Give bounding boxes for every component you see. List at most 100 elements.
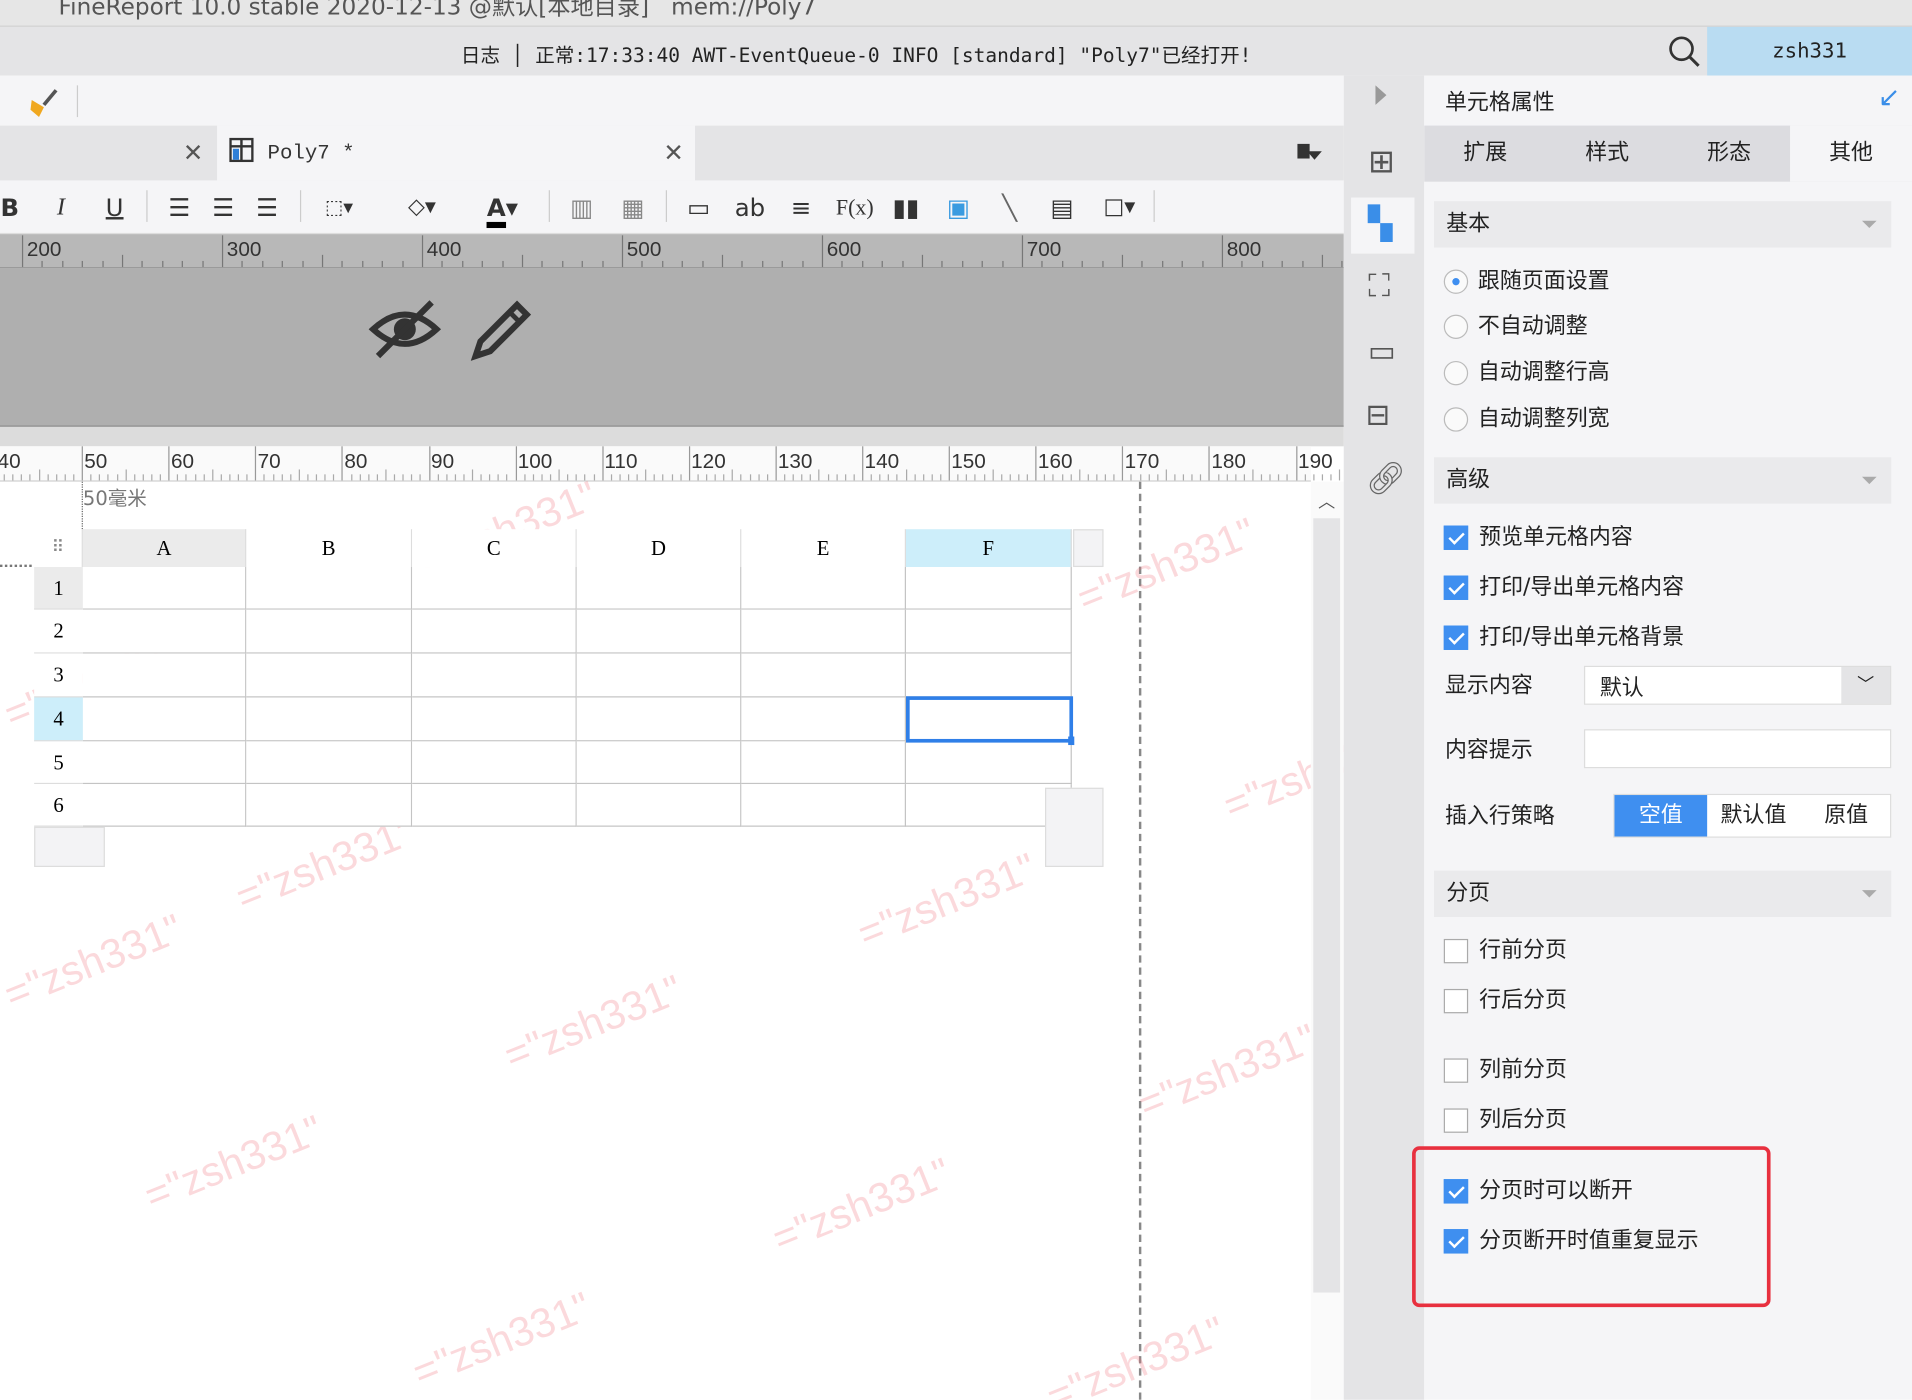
cell-element-icon[interactable]: ⊞ [1368, 144, 1395, 181]
chevron-down-icon[interactable]: ﹀ [1841, 667, 1891, 704]
check-print-content[interactable]: 打印/导出单元格内容 [1443, 569, 1684, 606]
cell-b6[interactable] [246, 784, 413, 827]
float-element-icon[interactable]: ⛶ [1368, 268, 1390, 306]
cell-e4[interactable] [741, 697, 907, 742]
tab-form[interactable]: 形态 [1668, 126, 1790, 182]
text-cell-button[interactable]: ab [732, 190, 769, 224]
row-header-1[interactable]: 1 [34, 567, 83, 610]
cell-b2[interactable] [246, 609, 413, 654]
insert-empty-option[interactable]: 空值 [1614, 795, 1708, 837]
cell-c1[interactable] [412, 567, 577, 610]
user-button[interactable]: zsh331 [1707, 26, 1912, 76]
cell-a6[interactable] [82, 784, 247, 827]
cell-c5[interactable] [412, 741, 577, 785]
merge-cells-icon[interactable]: ▥ [566, 190, 598, 224]
sub-report-icon[interactable]: ▤ [1046, 190, 1078, 224]
row-header-3[interactable]: 3 [34, 653, 83, 698]
unmerge-cells-icon[interactable]: ▦ [617, 190, 649, 224]
condition-icon[interactable]: ⊟ [1366, 398, 1391, 432]
cell-a2[interactable] [82, 609, 247, 654]
radio-follow-page[interactable]: 跟随页面设置 [1443, 263, 1610, 300]
cell-e3[interactable] [741, 653, 907, 698]
radio-button[interactable] [1443, 360, 1469, 386]
checkbox[interactable] [1443, 988, 1469, 1014]
cell-f2[interactable] [906, 609, 1072, 654]
cell-a4[interactable] [82, 697, 247, 742]
column-header-e[interactable]: E [741, 529, 907, 568]
hyperlink-icon[interactable]: 🔗︎ [1366, 461, 1406, 498]
cell-c3[interactable] [412, 653, 577, 698]
cell-d3[interactable] [576, 653, 742, 698]
cell-f3[interactable] [906, 653, 1072, 698]
section-basic[interactable]: 基本 [1434, 201, 1892, 248]
cell-f1[interactable] [906, 567, 1072, 610]
checkbox[interactable] [1443, 1108, 1469, 1133]
tab-poly7[interactable]: Poly7 * ✕ [217, 125, 696, 181]
cell-e6[interactable] [741, 784, 907, 827]
slash-icon[interactable]: ╲ [993, 190, 1027, 224]
insert-default-option[interactable]: 默认值 [1707, 795, 1800, 836]
align-center-icon[interactable]: ☰ [207, 190, 239, 224]
row-header-5[interactable]: 5 [34, 741, 83, 785]
collapse-panel-icon[interactable]: ↙ [1878, 83, 1900, 113]
radio-button[interactable] [1443, 407, 1469, 432]
insert-text-icon[interactable]: ▭ [683, 190, 715, 224]
add-column-button[interactable] [1073, 529, 1104, 568]
cell-d2[interactable] [576, 609, 742, 654]
formula-button[interactable]: F(x) [834, 190, 875, 224]
cell-c2[interactable] [412, 609, 577, 654]
cell-f5[interactable] [906, 741, 1072, 785]
check-page-after-col[interactable]: 列后分页 [1443, 1102, 1567, 1139]
bold-button[interactable]: B [0, 190, 22, 224]
radio-button[interactable] [1443, 314, 1469, 339]
border-icon[interactable]: ⬚▾ [312, 190, 366, 224]
close-icon[interactable]: ✕ [663, 126, 683, 181]
rich-text-icon[interactable]: ≡ [783, 190, 820, 224]
tab-other[interactable]: 其他 [1790, 125, 1912, 182]
content-tip-input[interactable] [1583, 729, 1892, 769]
align-right-icon[interactable]: ☰ [251, 190, 283, 224]
checkbox[interactable] [1443, 525, 1469, 550]
section-paging[interactable]: 分页 [1434, 870, 1892, 917]
row-header-4[interactable]: 4 [34, 697, 83, 742]
image-icon[interactable]: ▣ [941, 190, 975, 224]
cell-a3[interactable] [82, 653, 247, 698]
expand-icon[interactable] [1375, 85, 1387, 105]
column-header-b[interactable]: B [246, 529, 413, 568]
cell-e1[interactable] [741, 567, 907, 610]
row-header-6[interactable]: 6 [34, 784, 83, 827]
tab-menu-icon[interactable] [1297, 143, 1322, 164]
radio-no-auto[interactable]: 不自动调整 [1443, 309, 1588, 346]
tab-expand[interactable]: 扩展 [1424, 126, 1546, 182]
italic-button[interactable]: I [49, 190, 73, 224]
format-painter-icon[interactable] [27, 85, 61, 119]
cell-b4[interactable] [246, 697, 413, 742]
vertical-scrollbar[interactable]: ︿ [1310, 481, 1344, 1400]
column-header-f[interactable]: F [906, 529, 1072, 568]
scrollbar-track[interactable] [1313, 518, 1341, 1293]
cell-a5[interactable] [82, 741, 247, 785]
font-color-icon[interactable]: A▾ [473, 190, 532, 229]
check-page-before-row[interactable]: 行前分页 [1443, 933, 1567, 970]
cell-attributes-tab[interactable]: ▚ [1351, 197, 1415, 254]
column-header-c[interactable]: C [412, 529, 577, 568]
underline-button[interactable]: U [102, 190, 126, 224]
cell-b1[interactable] [246, 567, 413, 610]
check-page-before-col[interactable]: 列前分页 [1443, 1052, 1567, 1089]
radio-auto-col-width[interactable]: 自动调整列宽 [1443, 401, 1610, 438]
checkbox[interactable] [1443, 938, 1469, 964]
eye-slash-icon[interactable] [368, 295, 442, 363]
row-header-2[interactable]: 2 [34, 609, 83, 654]
cell-e2[interactable] [741, 609, 907, 654]
column-header-a[interactable]: A [82, 529, 247, 568]
fill-color-icon[interactable]: ◇▾ [393, 190, 452, 224]
section-advanced[interactable]: 高级 [1434, 457, 1892, 504]
align-left-icon[interactable]: ☰ [163, 190, 195, 224]
radio-auto-row-height[interactable]: 自动调整行高 [1443, 355, 1610, 392]
radio-button[interactable] [1443, 269, 1469, 294]
close-icon[interactable]: ✕ [183, 126, 203, 181]
checkbox[interactable] [1443, 575, 1469, 600]
tab-style[interactable]: 样式 [1546, 126, 1668, 182]
log-label[interactable]: 日志 [461, 44, 500, 67]
checkbox[interactable] [1443, 625, 1469, 650]
